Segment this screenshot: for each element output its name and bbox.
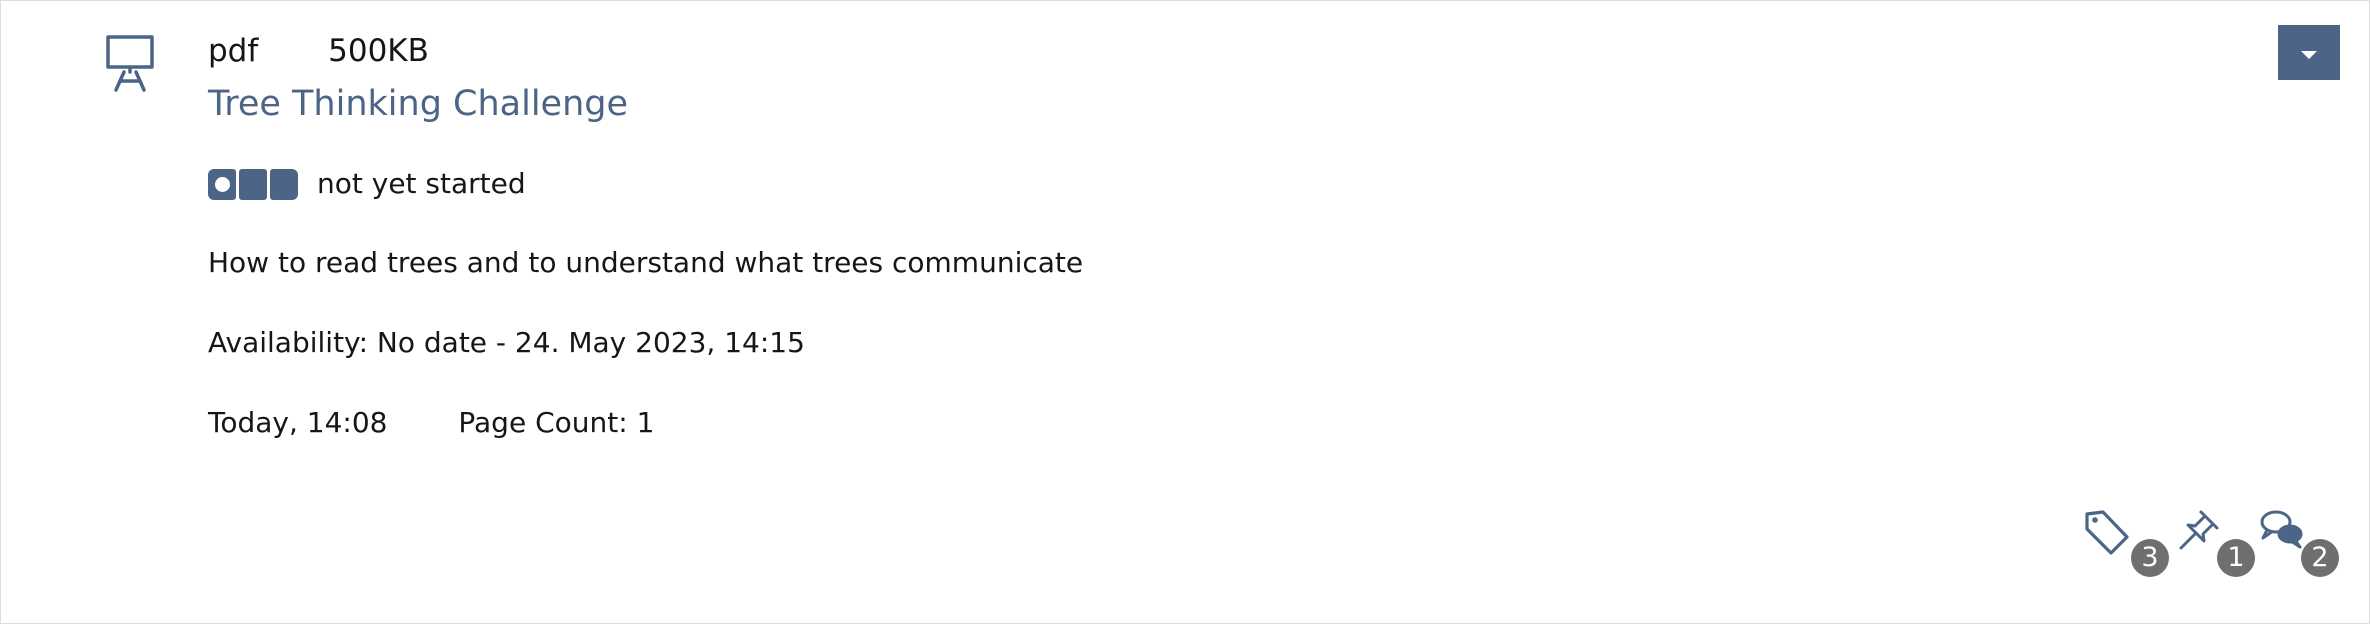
current-step-dot: [215, 176, 230, 192]
tags-count-badge: 3: [2131, 539, 2169, 577]
item-title-link[interactable]: Tree Thinking Challenge: [208, 79, 628, 129]
progress-step: [270, 168, 298, 200]
file-size: 500KB: [328, 33, 429, 69]
file-properties: pdf 500KB: [208, 29, 429, 73]
progress-step: [239, 168, 267, 200]
pin-icon: [2179, 510, 2219, 550]
progress-steps-icon: [208, 168, 298, 200]
last-update: Today, 14:08: [208, 406, 388, 439]
caret-down-icon: [2301, 51, 2317, 59]
comments-action[interactable]: 2: [2259, 509, 2341, 579]
file-type: pdf: [208, 33, 259, 69]
progress-step: [208, 168, 236, 200]
page-count: Page Count: 1: [458, 406, 655, 439]
learning-progress: not yet started: [208, 166, 526, 202]
item-properties: Today, 14:08 Page Count: 1: [208, 405, 654, 441]
comment-bubbles-icon: [2260, 510, 2303, 549]
availability-period: Availability: No date - 24. May 2023, 14…: [208, 326, 805, 359]
progress-status: not yet started: [317, 167, 526, 200]
item-description: How to read trees and to understand what…: [208, 246, 1084, 279]
item-card: pdf 500KB Tree Thinking Challenge not ye…: [0, 0, 2370, 624]
actions-dropdown-button[interactable]: [2278, 25, 2340, 80]
comments-count-badge: 2: [2301, 539, 2339, 577]
notes-count-badge: 1: [2217, 539, 2255, 577]
tag-icon: [2085, 510, 2129, 555]
tags-action[interactable]: 3: [2083, 509, 2169, 579]
notes-action[interactable]: 1: [2175, 509, 2255, 579]
presentation-board-icon: [105, 34, 161, 92]
